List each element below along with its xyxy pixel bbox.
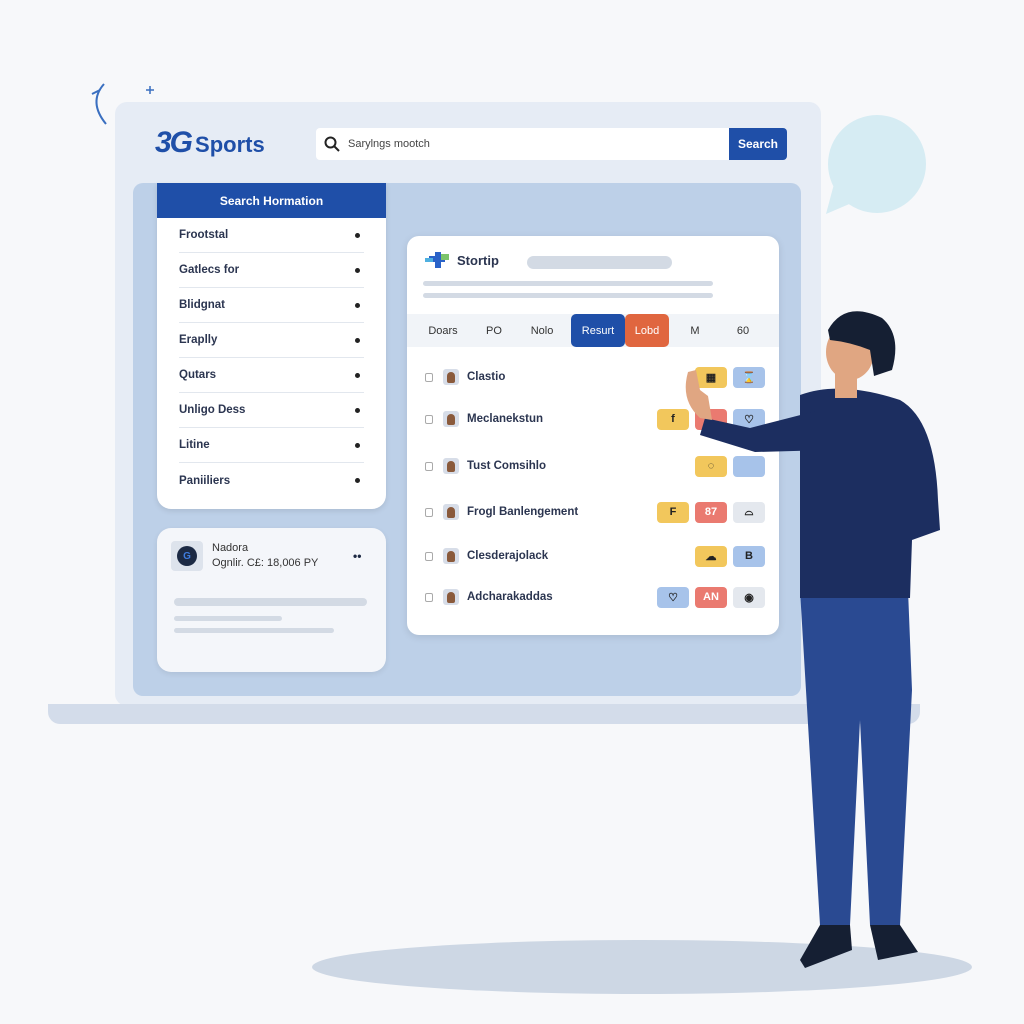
row-checkbox[interactable]	[425, 461, 433, 471]
sidebar-item-label: Paniiliers	[179, 474, 231, 487]
avatar	[443, 504, 459, 520]
sidebar-item-label: Frootstal	[179, 229, 229, 241]
tab-nolo[interactable]: Nolo	[517, 314, 567, 347]
row-name: Adcharakaddas	[467, 591, 553, 603]
avatar: G	[171, 541, 203, 571]
bullet-icon	[355, 407, 360, 413]
row-checkbox[interactable]	[425, 551, 433, 561]
sidebar-item[interactable]: Frootstal	[179, 218, 364, 253]
profile-name: Nadora	[212, 542, 249, 554]
sidebar-item-label: Litine	[179, 439, 210, 451]
speech-bubble-icon	[826, 115, 926, 214]
sidebar-item[interactable]: Qutars	[179, 358, 364, 393]
avatar	[443, 548, 459, 564]
bullet-icon	[355, 478, 360, 483]
avatar	[443, 589, 459, 605]
search-input[interactable]	[348, 138, 708, 150]
row-name: Meclanekstun	[467, 413, 544, 425]
avatar	[443, 369, 459, 385]
sidebar-item-label: Gatlecs for	[179, 264, 240, 276]
logo-text: Sports	[195, 132, 265, 157]
sidebar-item[interactable]: Blidgnat	[179, 288, 364, 323]
logo-mark: 3G	[155, 126, 193, 159]
row-name: Tust Comsihlo	[467, 460, 547, 472]
sidebar-item[interactable]: Paniiliers	[179, 463, 364, 498]
bullet-icon	[355, 372, 360, 378]
app-logo-icon	[425, 252, 449, 268]
avatar	[443, 411, 459, 427]
more-options-button[interactable]: ••	[353, 549, 361, 563]
bullet-icon	[355, 302, 360, 308]
sidebar-item[interactable]: Litine	[179, 428, 364, 463]
sidebar-item-label: Eraplly	[179, 334, 218, 346]
tab-po[interactable]: PO	[469, 314, 519, 347]
sidebar-item-label: Blidgnat	[179, 299, 225, 311]
profile-detail: Ognlir. C£: 18,006 PY	[212, 557, 319, 569]
logo[interactable]: 3G Sports	[155, 126, 265, 160]
card-title: Stortip	[457, 253, 499, 268]
row-checkbox[interactable]	[425, 507, 433, 517]
person-illustration	[685, 311, 940, 968]
row-name: Frogl Banlengement	[467, 506, 579, 518]
avatar	[443, 458, 459, 474]
tab-doars[interactable]: Doars	[417, 314, 469, 347]
search-button[interactable]: Search	[729, 128, 787, 160]
tab-resurt[interactable]: Resurt	[571, 314, 625, 347]
bullet-icon	[355, 337, 360, 343]
search-icon	[324, 136, 340, 152]
sidebar-item[interactable]: Unligo Dess	[179, 393, 364, 428]
bullet-icon	[355, 232, 360, 238]
row-name: Clesderajolack	[467, 550, 549, 562]
search-bar[interactable]	[316, 128, 729, 160]
bullet-icon	[355, 442, 360, 448]
sidebar-item-label: Qutars	[179, 369, 217, 381]
sidebar-item[interactable]: Gatlecs for	[179, 253, 364, 288]
row-checkbox[interactable]	[425, 414, 433, 424]
profile-card[interactable]: G Nadora Ognlir. C£: 18,006 PY ••	[157, 528, 386, 672]
sidebar-title: Search Hormation	[157, 183, 386, 218]
sidebar: Search Hormation Frootstal Gatlecs for Bli…	[157, 183, 386, 509]
bullet-icon	[355, 267, 360, 273]
row-checkbox[interactable]	[425, 592, 433, 602]
sidebar-item-label: Unligo Dess	[179, 404, 246, 416]
row-name: Clastio	[467, 371, 506, 383]
row-checkbox[interactable]	[425, 372, 433, 382]
sidebar-item[interactable]: Eraplly	[179, 323, 364, 358]
